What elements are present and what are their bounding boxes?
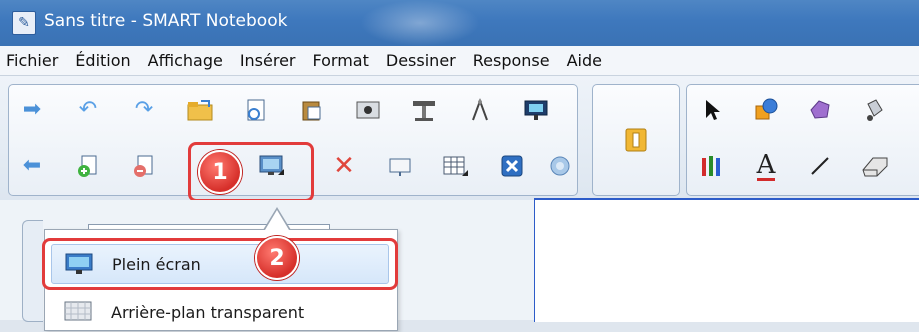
menu-item-arriere-plan-transparent[interactable]: Arrière-plan transparent <box>51 292 389 332</box>
polygon-icon[interactable] <box>803 93 837 127</box>
step-badge-1: 1 <box>198 150 242 194</box>
line-icon[interactable] <box>803 149 837 183</box>
menu-edition[interactable]: Édition <box>75 51 130 70</box>
whiteboard-canvas[interactable] <box>534 198 919 322</box>
undo-icon[interactable]: ↶ <box>71 93 105 127</box>
menu-item-label: Arrière-plan transparent <box>111 302 305 322</box>
properties-icon[interactable] <box>619 123 653 157</box>
screenshot-icon[interactable] <box>351 93 385 127</box>
window-title: Sans titre - SMART Notebook <box>44 11 288 31</box>
open-folder-icon[interactable] <box>183 93 217 127</box>
title-glow <box>360 0 480 46</box>
title-bar: ✎ Sans titre - SMART Notebook <box>0 0 919 46</box>
geometry-tool-icon[interactable] <box>463 93 497 127</box>
table-icon[interactable] <box>439 149 473 183</box>
menu-fichier[interactable]: Fichier <box>6 51 58 70</box>
text-icon[interactable]: A <box>749 149 783 183</box>
app-icon[interactable]: ✎ <box>12 11 36 35</box>
highlight-box-step-2 <box>42 238 398 290</box>
shapes-icon[interactable] <box>749 93 783 127</box>
arrow-right-icon[interactable]: ➡ <box>15 93 49 127</box>
select-arrow-icon[interactable] <box>695 93 729 127</box>
fill-icon[interactable] <box>857 93 891 127</box>
delete-page-icon[interactable] <box>127 149 161 183</box>
new-page-icon[interactable] <box>239 93 273 127</box>
eraser-icon[interactable] <box>857 149 891 183</box>
menu-dessiner[interactable]: Dessiner <box>386 51 456 70</box>
capture-icon[interactable] <box>543 149 577 183</box>
dropdown-pointer-inner <box>265 210 289 230</box>
redo-icon[interactable]: ↷ <box>127 93 161 127</box>
menu-aide[interactable]: Aide <box>567 51 602 70</box>
menu-bar: Fichier Édition Affichage Insérer Format… <box>0 46 919 76</box>
screen-capture-icon[interactable] <box>383 149 417 183</box>
step-badge-2: 2 <box>255 236 299 280</box>
display-dropdown-menu: Plein écran Arrière-plan transparent 2 <box>42 229 398 332</box>
toolbar: ➡ ↶ ↷ ⬅ ✕ A 1 <box>0 76 919 202</box>
projector-icon[interactable] <box>519 93 553 127</box>
toolbar-group-tools: A <box>686 84 919 196</box>
delete-icon[interactable]: ✕ <box>327 149 361 183</box>
cancel-icon[interactable] <box>495 149 529 183</box>
toolbar-group-middle <box>592 84 680 196</box>
side-panel-tab[interactable] <box>22 220 43 322</box>
add-page-icon[interactable] <box>71 149 105 183</box>
paste-icon[interactable] <box>295 93 329 127</box>
menu-format[interactable]: Format <box>313 51 369 70</box>
menu-response[interactable]: Response <box>473 51 550 70</box>
arrow-left-icon[interactable]: ⬅ <box>15 149 49 183</box>
document-camera-icon[interactable] <box>407 93 441 127</box>
pens-icon[interactable] <box>695 149 729 183</box>
menu-affichage[interactable]: Affichage <box>148 51 223 70</box>
menu-inserer[interactable]: Insérer <box>240 51 296 70</box>
